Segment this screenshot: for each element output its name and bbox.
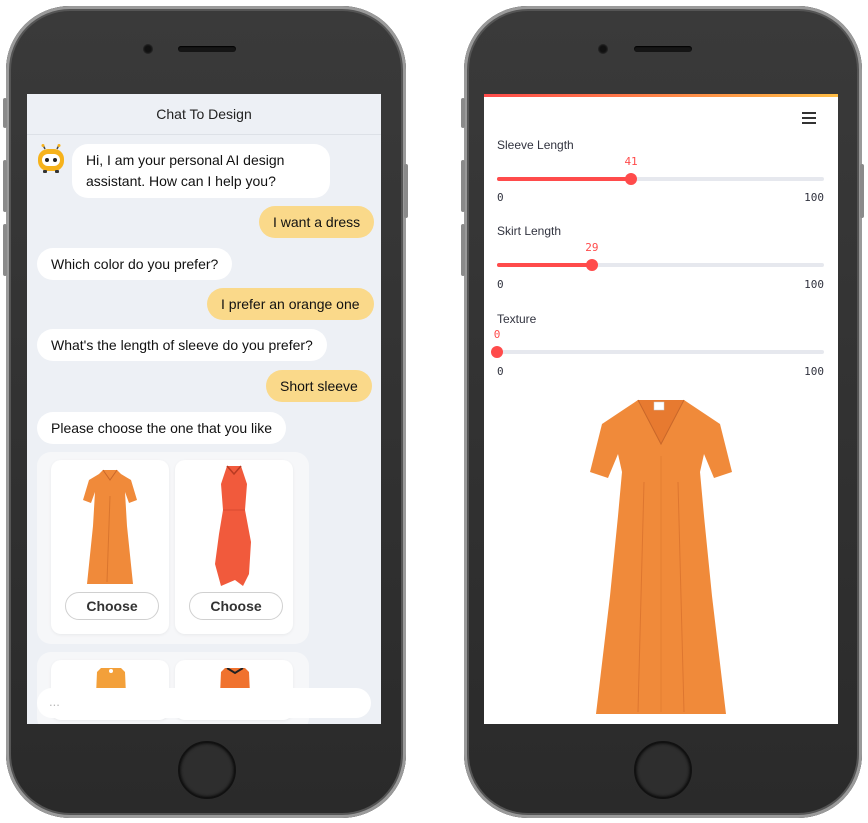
volume-down-button [3, 224, 7, 276]
mute-switch [3, 98, 7, 128]
bot-message: Hi, I am your personal AI design assista… [72, 144, 330, 198]
user-message: I prefer an orange one [207, 288, 374, 320]
mute-switch [461, 98, 465, 128]
front-camera [598, 44, 608, 54]
design-screen: Sleeve Length 41 0 100 Skirt Length 29 0… [484, 94, 838, 724]
chat-screen: Chat To Design Hi, I am your personal AI… [27, 94, 381, 724]
slider-min-label: 0 [497, 278, 504, 291]
slider-thumb[interactable] [491, 346, 503, 358]
red-dress-image [215, 465, 251, 586]
home-button [178, 741, 236, 799]
skirt-length-slider[interactable]: 29 [497, 241, 824, 271]
slider-max-label: 100 [804, 365, 824, 378]
top-decoration-bar [484, 94, 838, 97]
sleeve-length-label: Sleeve Length [497, 138, 574, 152]
bot-message: Please choose the one that you like [37, 412, 287, 444]
texture-slider[interactable]: 0 [491, 328, 824, 358]
bot-message: Which color do you prefer? [37, 248, 233, 280]
chat-input[interactable]: ... [37, 688, 371, 718]
generated-dress-image [590, 399, 732, 714]
earpiece-speaker [178, 46, 236, 52]
power-button [860, 164, 864, 218]
user-message: I want a dress [259, 206, 375, 238]
slider-max-label: 100 [804, 191, 824, 204]
chat-title: Chat To Design [156, 106, 252, 122]
bot-message: What's the length of sleeve do you prefe… [37, 329, 327, 361]
slider-min-label: 0 [497, 191, 504, 204]
dress-options-panel: Choose Choose [37, 452, 309, 644]
bot-avatar-icon [38, 144, 64, 173]
power-button [404, 164, 408, 218]
slider-fill [497, 263, 592, 267]
slider-thumb[interactable] [625, 173, 638, 185]
front-camera [143, 44, 153, 54]
orange-dress-image [83, 469, 137, 584]
chat-header: Chat To Design [27, 94, 381, 135]
texture-label: Texture [497, 312, 537, 326]
slider-max-label: 100 [804, 278, 824, 291]
dress-option-card: Choose [175, 460, 293, 634]
dress-option-card: Choose [51, 460, 169, 634]
slider-thumb[interactable] [585, 259, 598, 271]
choose-button[interactable]: Choose [189, 592, 283, 620]
slider-fill [497, 177, 632, 181]
volume-down-button [461, 224, 465, 276]
earpiece-speaker [634, 46, 692, 52]
volume-up-button [3, 160, 7, 212]
choose-button[interactable]: Choose [65, 592, 159, 620]
slider-value: 0 [493, 328, 501, 341]
home-button [634, 741, 692, 799]
skirt-length-label: Skirt Length [497, 224, 562, 238]
sleeve-length-slider[interactable]: 41 [497, 155, 824, 185]
slider-value: 41 [624, 155, 638, 168]
slider-min-label: 0 [497, 365, 504, 378]
hamburger-menu-icon[interactable] [802, 112, 816, 127]
user-message: Short sleeve [266, 370, 372, 402]
volume-up-button [461, 160, 465, 212]
slider-value: 29 [585, 241, 599, 254]
